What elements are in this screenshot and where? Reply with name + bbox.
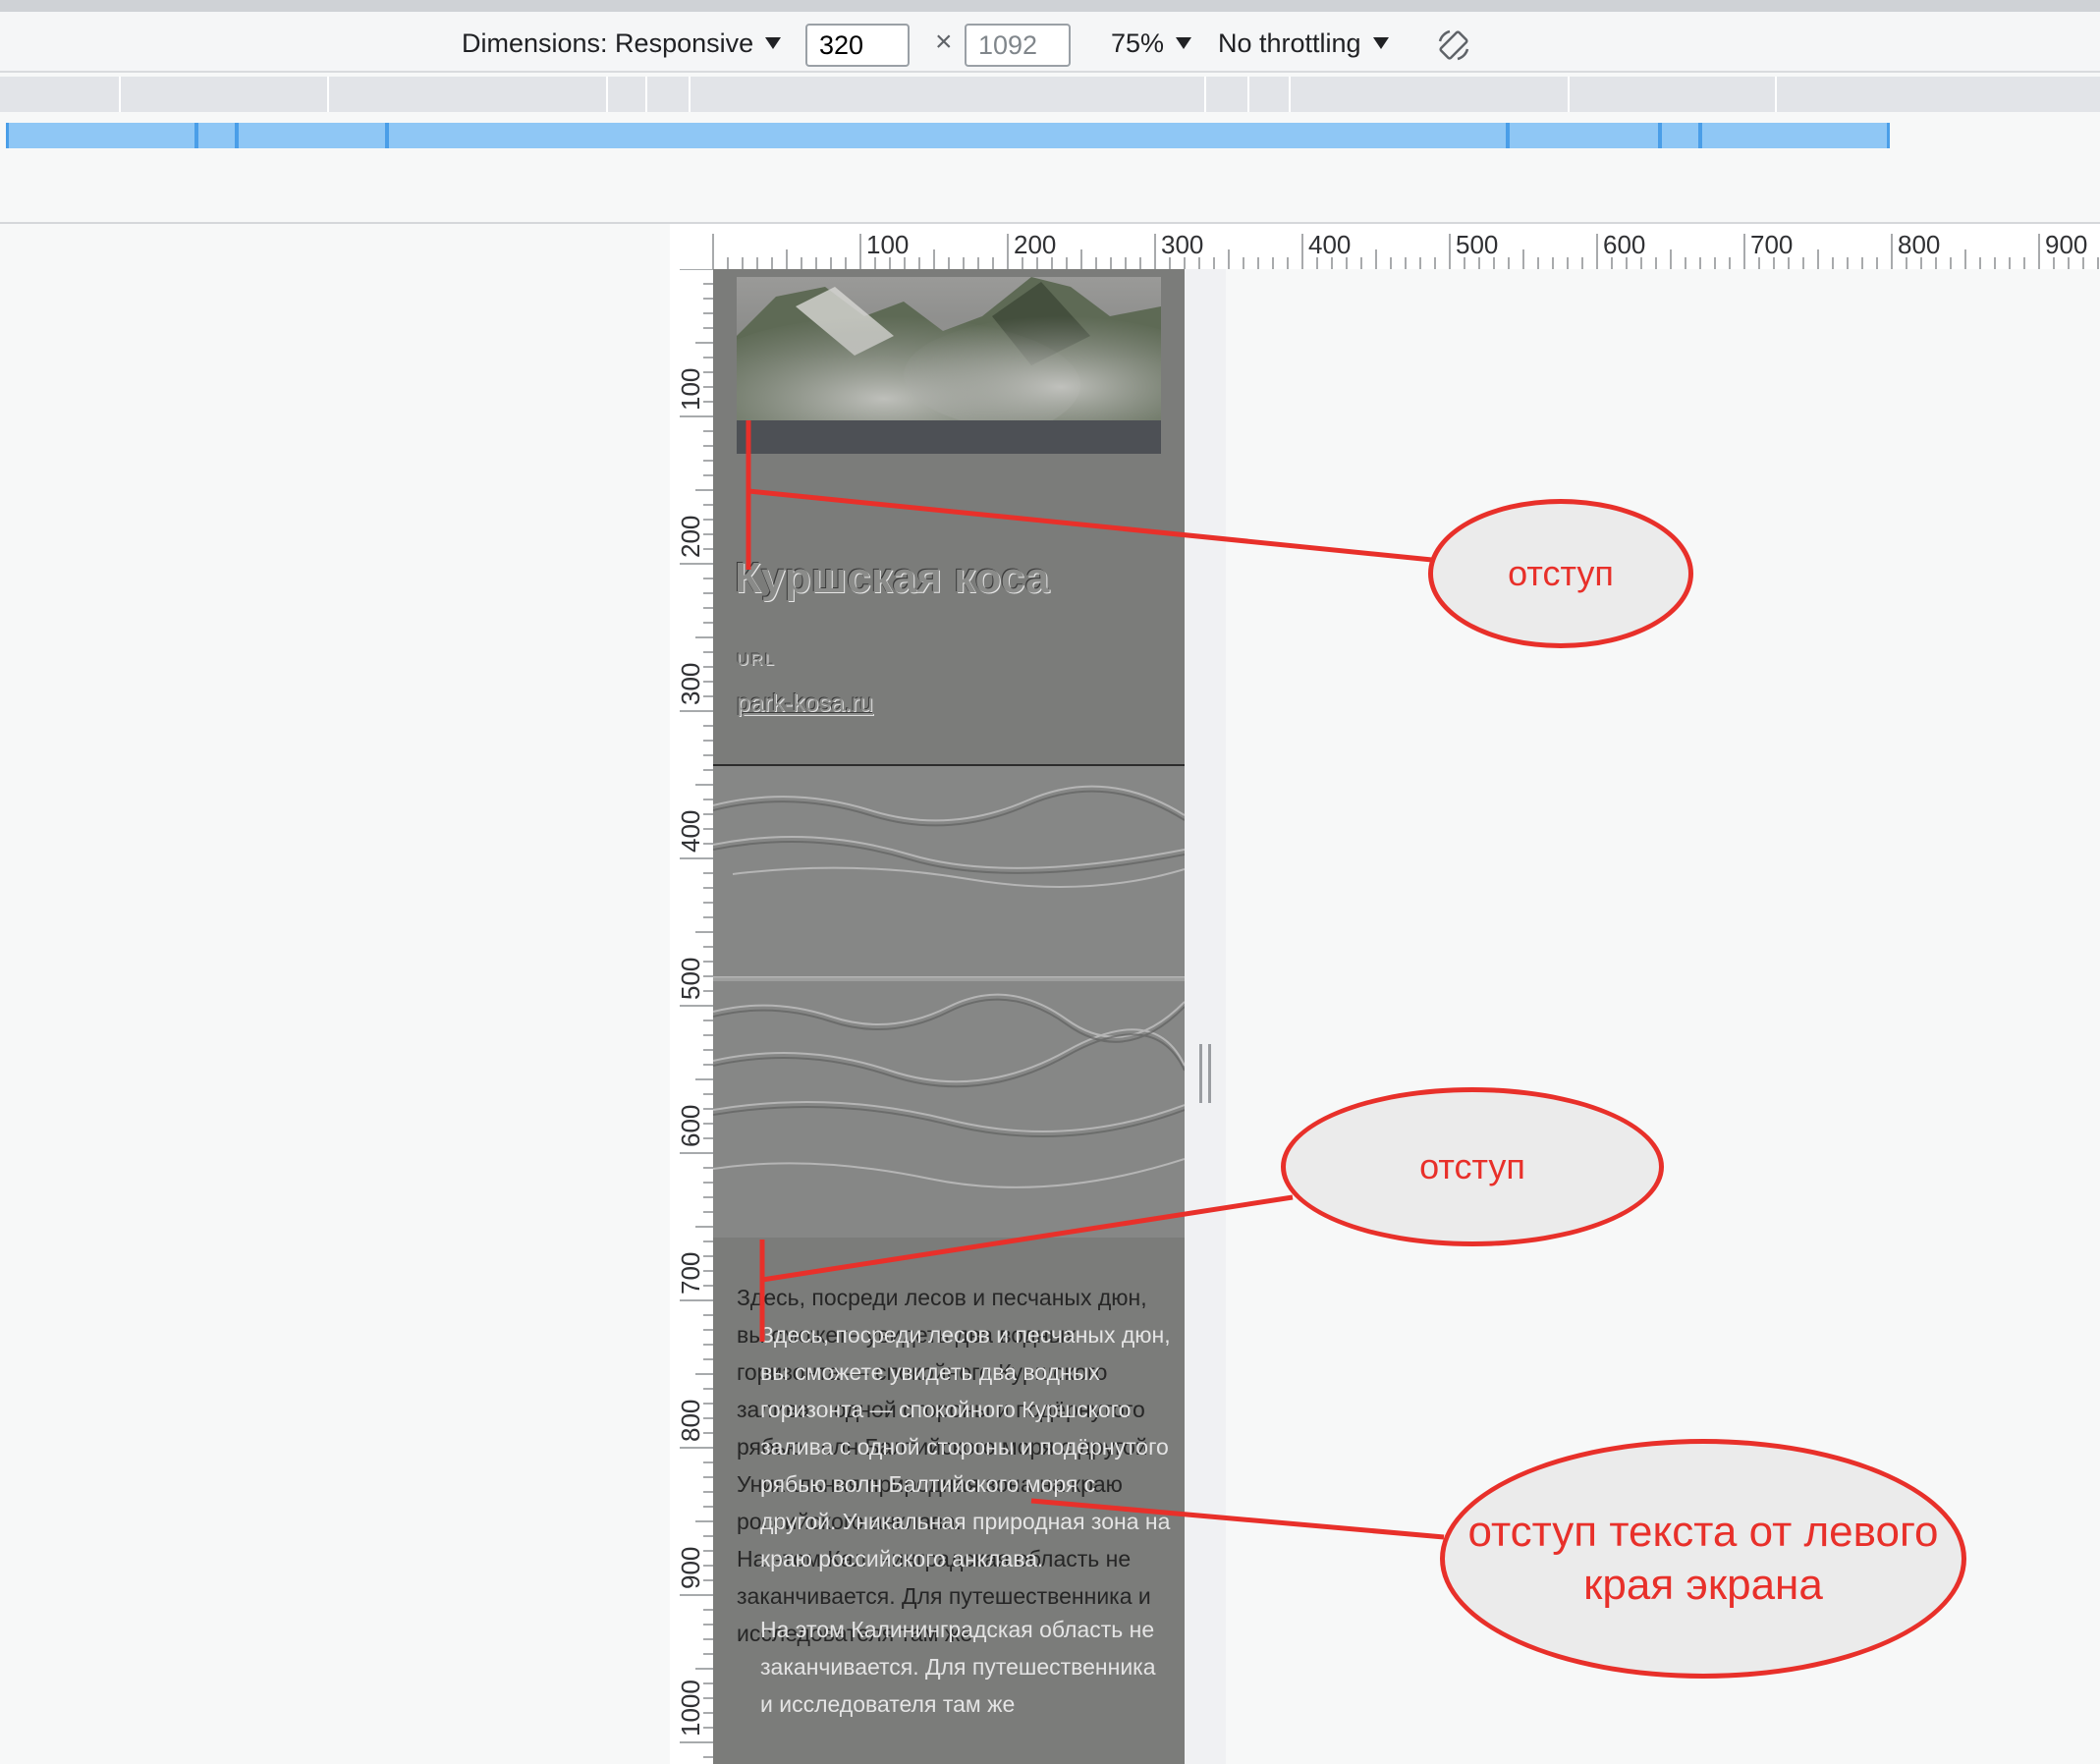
mq-blue-divider [235, 123, 239, 148]
ruler-label: 400 [676, 810, 705, 853]
mq-blue-divider [385, 123, 389, 148]
chevron-down-icon [1372, 37, 1389, 49]
dimensions-dropdown[interactable]: Dimensions: Responsive [462, 24, 782, 63]
ruler-label: 500 [1456, 230, 1498, 259]
callout-label: отступ текста от левого края экрана [1467, 1508, 1939, 1609]
height-placeholder: 1092 [978, 29, 1038, 60]
chevron-down-icon [765, 37, 782, 49]
ruler-label: 400 [1308, 230, 1351, 259]
width-input[interactable]: 320 [805, 24, 910, 67]
ruler-label: 100 [676, 368, 705, 411]
ruler-label: 100 [866, 230, 909, 259]
ruler-label: 800 [1898, 230, 1940, 259]
ruler-label: 700 [1750, 230, 1793, 259]
ruler-label: 200 [676, 516, 705, 558]
ruler-label: 700 [676, 1252, 705, 1295]
ruler-label: 300 [1161, 230, 1203, 259]
paragraph-2-overlay: На этом Калининградская область не закан… [760, 1617, 1156, 1717]
mq-divider [645, 77, 647, 112]
emulated-viewport[interactable]: Куршская коса URL park-kosa.ru Здесь, по… [713, 269, 1185, 1764]
callout-indent-top: отступ [1428, 499, 1693, 648]
vertical-ruler-ticks: 100 200 300 400 500 600 700 800 900 1000 [676, 268, 715, 1758]
chevron-down-icon [1176, 37, 1192, 49]
horizontal-ruler-ticks: 100 200 300 400 500 600 700 800 900 [712, 230, 2099, 269]
body-text-overlay: Здесь, посреди лесов и песчаных дюн, вы … [760, 1316, 1173, 1723]
mq-divider [327, 77, 329, 112]
device-toolbar: Dimensions: Responsive 320 × 1092 75% No… [0, 12, 2100, 73]
paragraph-1-overlay: Здесь, посреди лесов и песчаных дюн, вы … [760, 1322, 1171, 1571]
zoom-label: 75% [1111, 28, 1165, 58]
throttling-label: No throttling [1218, 28, 1361, 58]
mq-divider [1247, 77, 1249, 112]
page-title: Куршская коса [735, 554, 1050, 602]
callout-text-indent: отступ текста от левого края экрана [1440, 1439, 1966, 1679]
mq-divider [1289, 77, 1291, 112]
callout-label: отступ [1508, 553, 1614, 593]
mq-divider [1775, 77, 1777, 112]
ruler-label: 600 [1603, 230, 1645, 259]
mq-blue-divider [1698, 123, 1702, 148]
ruler-label: 600 [676, 1105, 705, 1147]
hero-mountain-image [737, 277, 1161, 454]
landscape-image [713, 766, 1185, 1238]
viewport-gutter [1185, 269, 1226, 1764]
mq-divider [1204, 77, 1206, 112]
resize-handle[interactable] [1199, 1044, 1211, 1103]
ruler-label: 800 [676, 1400, 705, 1442]
callout-label: отступ [1419, 1146, 1525, 1186]
mq-divider [606, 77, 608, 112]
times-icon: × [935, 26, 953, 58]
mq-divider [1568, 77, 1570, 112]
mq-blue-divider [1506, 123, 1510, 148]
media-query-bar-blue[interactable] [6, 123, 1890, 148]
zoom-dropdown[interactable]: 75% [1111, 24, 1192, 63]
ruler-label: 300 [676, 663, 705, 705]
throttling-dropdown[interactable]: No throttling [1218, 24, 1389, 63]
mq-divider [689, 77, 691, 112]
callout-indent-middle: отступ [1281, 1087, 1664, 1246]
url-label: URL [737, 650, 777, 669]
height-input[interactable]: 1092 [965, 24, 1071, 67]
media-query-bar-gray[interactable] [0, 77, 2100, 112]
ruler-label: 900 [676, 1547, 705, 1589]
width-value: 320 [819, 29, 864, 60]
ruler-label: 900 [2045, 230, 2087, 259]
ruler-label: 1000 [676, 1680, 705, 1736]
rotate-icon[interactable] [1436, 28, 1471, 63]
mq-divider [119, 77, 121, 112]
ruler-label: 200 [1014, 230, 1056, 259]
ruler-label: 500 [676, 958, 705, 1000]
dimensions-label: Dimensions: Responsive [462, 28, 754, 58]
window-top-strip [0, 0, 2100, 12]
vertical-ruler: 100 200 300 400 500 600 700 800 900 1000 [670, 268, 715, 1764]
mq-blue-divider [194, 123, 198, 148]
mq-blue-divider [1658, 123, 1662, 148]
url-link[interactable]: park-kosa.ru [737, 689, 873, 718]
horizontal-ruler: 100 200 300 400 500 600 700 800 900 [670, 224, 2100, 269]
